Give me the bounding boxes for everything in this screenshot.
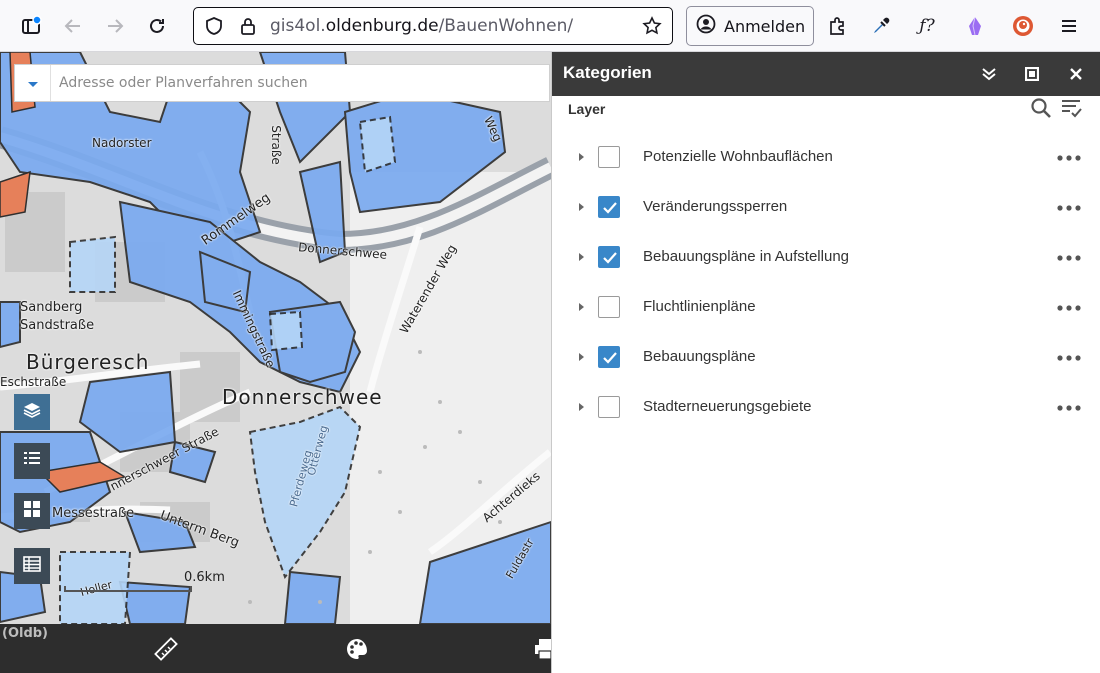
caret-icon[interactable] bbox=[576, 151, 586, 163]
caret-icon[interactable] bbox=[576, 201, 586, 213]
maximize-icon[interactable] bbox=[1020, 62, 1044, 86]
caret-icon[interactable] bbox=[576, 251, 586, 263]
purple-extension-icon[interactable] bbox=[960, 11, 990, 41]
layer-row[interactable]: Bebauungspläne bbox=[552, 333, 1100, 383]
duckduckgo-icon[interactable] bbox=[1008, 11, 1038, 41]
caret-icon[interactable] bbox=[576, 401, 586, 413]
url-domain: oldenburg.de bbox=[325, 16, 439, 36]
formula-icon[interactable]: ƒ? bbox=[912, 11, 942, 41]
search-icon[interactable] bbox=[1029, 96, 1053, 120]
layer-name: Potenzielle Wohnbauflächen bbox=[643, 148, 833, 165]
table-icon bbox=[22, 554, 42, 578]
formula-glyph: ƒ? bbox=[919, 16, 935, 36]
close-icon[interactable] bbox=[1064, 62, 1088, 86]
layer-checkbox[interactable] bbox=[598, 296, 620, 318]
layer-section-label: Layer bbox=[568, 101, 606, 117]
search-dropdown-button[interactable] bbox=[15, 65, 51, 101]
eyedropper-icon[interactable] bbox=[866, 11, 896, 41]
layer-checkbox[interactable] bbox=[598, 146, 620, 168]
url-prefix: gis4ol. bbox=[270, 16, 326, 36]
login-button[interactable]: Anmelden bbox=[686, 6, 814, 46]
scale-bar bbox=[64, 586, 192, 592]
forward-arrow-icon[interactable] bbox=[100, 11, 130, 41]
list-button[interactable] bbox=[14, 443, 50, 479]
layers-button[interactable] bbox=[14, 394, 50, 430]
address-search bbox=[14, 64, 550, 102]
label-messestrasse: Messestraße bbox=[52, 506, 135, 521]
shield-icon[interactable] bbox=[204, 16, 224, 40]
layer-name: Veränderungssperren bbox=[643, 198, 788, 215]
collapse-icon[interactable] bbox=[977, 62, 1001, 86]
panel-title: Kategorien bbox=[563, 63, 652, 82]
bottom-title: (Oldb) bbox=[2, 626, 49, 641]
more-icon[interactable] bbox=[1056, 399, 1082, 417]
layer-name: Bebauungspläne bbox=[643, 348, 756, 365]
browser-toolbar: gis4ol.oldenburg.de/BauenWohnen/ Anmelde… bbox=[0, 0, 1100, 52]
categories-panel: Kategorien Layer Potenzielle Wohnbaufläc… bbox=[551, 52, 1100, 673]
url-text[interactable]: gis4ol.oldenburg.de/BauenWohnen/ bbox=[270, 16, 573, 36]
grid-icon bbox=[22, 499, 42, 523]
more-icon[interactable] bbox=[1056, 349, 1082, 367]
layer-row[interactable]: Potenzielle Wohnbauflächen bbox=[552, 133, 1100, 183]
layer-name: Stadterneuerungsgebiete bbox=[643, 398, 812, 415]
caret-icon[interactable] bbox=[576, 351, 586, 363]
layer-row[interactable]: Fluchtlinienpläne bbox=[552, 283, 1100, 333]
account-icon bbox=[696, 14, 716, 38]
ruler-icon[interactable] bbox=[151, 634, 181, 664]
sidebar-icon[interactable] bbox=[16, 11, 46, 41]
login-label: Anmelden bbox=[724, 16, 806, 36]
table-button[interactable] bbox=[14, 548, 50, 584]
label-sandstrasse: Sandstraße bbox=[20, 318, 95, 333]
layer-name: Fluchtlinienpläne bbox=[643, 298, 756, 315]
panel-header: Kategorien bbox=[552, 52, 1100, 96]
palette-icon[interactable] bbox=[342, 634, 372, 664]
layer-checkbox[interactable] bbox=[598, 396, 620, 418]
reload-icon[interactable] bbox=[142, 11, 172, 41]
more-icon[interactable] bbox=[1056, 199, 1082, 217]
label-buergeresch: Bürgeresch bbox=[26, 350, 150, 374]
chevron-down-icon bbox=[27, 74, 39, 93]
scale-label: 0.6km bbox=[184, 570, 225, 585]
caret-icon[interactable] bbox=[576, 301, 586, 313]
more-icon[interactable] bbox=[1056, 249, 1082, 267]
layer-checkbox[interactable] bbox=[598, 346, 620, 368]
filter-icon[interactable] bbox=[1059, 96, 1083, 120]
layer-name: Bebauungspläne in Aufstellung bbox=[643, 248, 850, 265]
url-bar[interactable]: gis4ol.oldenburg.de/BauenWohnen/ bbox=[193, 7, 673, 45]
print-icon[interactable] bbox=[530, 634, 551, 664]
back-arrow-icon[interactable] bbox=[58, 11, 88, 41]
layer-row[interactable]: Stadterneuerungsgebiete bbox=[552, 383, 1100, 433]
label-nadorster: Nadorster bbox=[92, 136, 152, 150]
url-path: /BauenWohnen/ bbox=[438, 16, 574, 36]
menu-icon[interactable] bbox=[1054, 11, 1084, 41]
map-view[interactable]: Nadorster Straße Rommelweg Donnerschwee … bbox=[0, 52, 551, 673]
label-donnerschwee: Donnerschwee bbox=[222, 385, 383, 409]
grid-button[interactable] bbox=[14, 493, 50, 529]
label-strasse: Straße bbox=[268, 125, 283, 165]
map-bottom-toolbar: (Oldb) bbox=[0, 624, 551, 673]
lock-icon[interactable] bbox=[238, 16, 258, 40]
label-sandberg: Sandberg bbox=[20, 300, 83, 315]
layer-row[interactable]: Veränderungssperren bbox=[552, 183, 1100, 233]
label-eschstrasse: Eschstraße bbox=[0, 375, 67, 389]
more-icon[interactable] bbox=[1056, 299, 1082, 317]
layers-icon bbox=[22, 400, 42, 424]
extensions-icon[interactable] bbox=[822, 11, 852, 41]
list-icon bbox=[22, 449, 42, 473]
star-icon[interactable] bbox=[642, 16, 662, 40]
search-input[interactable] bbox=[59, 65, 539, 101]
layer-row[interactable]: Bebauungspläne in Aufstellung bbox=[552, 233, 1100, 283]
layer-checkbox[interactable] bbox=[598, 246, 620, 268]
more-icon[interactable] bbox=[1056, 149, 1082, 167]
layer-checkbox[interactable] bbox=[598, 196, 620, 218]
